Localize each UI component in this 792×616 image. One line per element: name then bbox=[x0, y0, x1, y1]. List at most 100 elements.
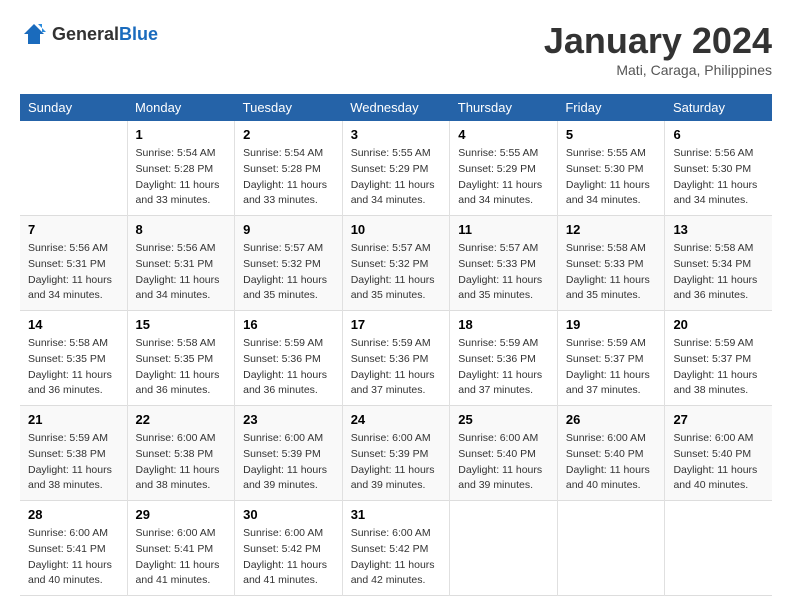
cell-info: Sunrise: 6:00 AMSunset: 5:41 PMDaylight:… bbox=[136, 526, 227, 589]
cell-info: Sunrise: 5:59 AMSunset: 5:36 PMDaylight:… bbox=[351, 336, 442, 399]
calendar-table: SundayMondayTuesdayWednesdayThursdayFrid… bbox=[20, 94, 772, 596]
cell-info: Sunrise: 5:59 AMSunset: 5:37 PMDaylight:… bbox=[566, 336, 657, 399]
day-number: 1 bbox=[136, 127, 227, 142]
cell-info: Sunrise: 6:00 AMSunset: 5:39 PMDaylight:… bbox=[351, 431, 442, 494]
calendar-cell: 24 Sunrise: 6:00 AMSunset: 5:39 PMDayligh… bbox=[342, 406, 450, 501]
day-number: 27 bbox=[673, 412, 764, 427]
day-number: 16 bbox=[243, 317, 334, 332]
day-number: 25 bbox=[458, 412, 549, 427]
cell-info: Sunrise: 5:56 AMSunset: 5:31 PMDaylight:… bbox=[28, 241, 119, 304]
day-number: 23 bbox=[243, 412, 334, 427]
day-header: Friday bbox=[557, 94, 665, 121]
cell-info: Sunrise: 5:58 AMSunset: 5:34 PMDaylight:… bbox=[673, 241, 764, 304]
cell-info: Sunrise: 5:56 AMSunset: 5:30 PMDaylight:… bbox=[673, 146, 764, 209]
calendar-cell: 29 Sunrise: 6:00 AMSunset: 5:41 PMDayligh… bbox=[127, 501, 235, 596]
calendar-cell bbox=[450, 501, 558, 596]
cell-info: Sunrise: 6:00 AMSunset: 5:40 PMDaylight:… bbox=[566, 431, 657, 494]
calendar-cell: 25 Sunrise: 6:00 AMSunset: 5:40 PMDayligh… bbox=[450, 406, 558, 501]
day-number: 10 bbox=[351, 222, 442, 237]
calendar-cell: 20 Sunrise: 5:59 AMSunset: 5:37 PMDayligh… bbox=[665, 311, 772, 406]
cell-info: Sunrise: 5:54 AMSunset: 5:28 PMDaylight:… bbox=[136, 146, 227, 209]
cell-info: Sunrise: 6:00 AMSunset: 5:42 PMDaylight:… bbox=[243, 526, 334, 589]
calendar-cell: 6 Sunrise: 5:56 AMSunset: 5:30 PMDaylight… bbox=[665, 121, 772, 216]
day-number: 29 bbox=[136, 507, 227, 522]
calendar-cell: 17 Sunrise: 5:59 AMSunset: 5:36 PMDayligh… bbox=[342, 311, 450, 406]
calendar-cell bbox=[665, 501, 772, 596]
cell-info: Sunrise: 6:00 AMSunset: 5:38 PMDaylight:… bbox=[136, 431, 227, 494]
day-number: 6 bbox=[673, 127, 764, 142]
day-number: 22 bbox=[136, 412, 227, 427]
day-number: 30 bbox=[243, 507, 334, 522]
logo-text-blue: Blue bbox=[119, 24, 158, 44]
calendar-cell: 15 Sunrise: 5:58 AMSunset: 5:35 PMDayligh… bbox=[127, 311, 235, 406]
calendar-cell: 2Sunrise: 5:54 AMSunset: 5:28 PMDaylight… bbox=[235, 121, 343, 216]
day-number: 31 bbox=[351, 507, 442, 522]
location: Mati, Caraga, Philippines bbox=[544, 62, 772, 78]
day-header: Saturday bbox=[665, 94, 772, 121]
cell-info: Sunrise: 5:59 AMSunset: 5:38 PMDaylight:… bbox=[28, 431, 119, 494]
calendar-week-row: 7 Sunrise: 5:56 AMSunset: 5:31 PMDaylight… bbox=[20, 216, 772, 311]
cell-info: Sunrise: 5:57 AMSunset: 5:32 PMDaylight:… bbox=[351, 241, 442, 304]
cell-info: Sunrise: 5:58 AMSunset: 5:35 PMDaylight:… bbox=[28, 336, 119, 399]
day-number: 21 bbox=[28, 412, 119, 427]
calendar-cell: 26Sunrise: 6:00 AMSunset: 5:40 PMDayligh… bbox=[557, 406, 665, 501]
page-header: GeneralBlue January 2024 Mati, Caraga, P… bbox=[20, 20, 772, 78]
calendar-cell: 23 Sunrise: 6:00 AMSunset: 5:39 PMDayligh… bbox=[235, 406, 343, 501]
cell-info: Sunrise: 5:55 AMSunset: 5:29 PMDaylight:… bbox=[351, 146, 442, 209]
day-header: Wednesday bbox=[342, 94, 450, 121]
day-number: 17 bbox=[351, 317, 442, 332]
day-header: Sunday bbox=[20, 94, 127, 121]
calendar-cell: 16 Sunrise: 5:59 AMSunset: 5:36 PMDayligh… bbox=[235, 311, 343, 406]
day-number: 9 bbox=[243, 222, 334, 237]
calendar-cell: 1 Sunrise: 5:54 AMSunset: 5:28 PMDaylight… bbox=[127, 121, 235, 216]
cell-info: Sunrise: 6:00 AMSunset: 5:42 PMDaylight:… bbox=[351, 526, 442, 589]
day-number: 28 bbox=[28, 507, 119, 522]
cell-info: Sunrise: 5:55 AMSunset: 5:30 PMDaylight:… bbox=[566, 146, 657, 209]
day-header: Tuesday bbox=[235, 94, 343, 121]
cell-info: Sunrise: 5:59 AMSunset: 5:36 PMDaylight:… bbox=[243, 336, 334, 399]
day-number: 4 bbox=[458, 127, 549, 142]
day-number: 15 bbox=[136, 317, 227, 332]
cell-info: Sunrise: 5:59 AMSunset: 5:37 PMDaylight:… bbox=[673, 336, 764, 399]
day-header: Monday bbox=[127, 94, 235, 121]
day-number: 24 bbox=[351, 412, 442, 427]
calendar-cell: 7 Sunrise: 5:56 AMSunset: 5:31 PMDaylight… bbox=[20, 216, 127, 311]
calendar-week-row: 21 Sunrise: 5:59 AMSunset: 5:38 PMDayligh… bbox=[20, 406, 772, 501]
calendar-cell: 12Sunrise: 5:58 AMSunset: 5:33 PMDayligh… bbox=[557, 216, 665, 311]
month-title: January 2024 bbox=[544, 20, 772, 62]
calendar-cell bbox=[557, 501, 665, 596]
calendar-cell: 14Sunrise: 5:58 AMSunset: 5:35 PMDayligh… bbox=[20, 311, 127, 406]
logo: GeneralBlue bbox=[20, 20, 158, 48]
calendar-cell: 10 Sunrise: 5:57 AMSunset: 5:32 PMDayligh… bbox=[342, 216, 450, 311]
cell-info: Sunrise: 5:57 AMSunset: 5:33 PMDaylight:… bbox=[458, 241, 549, 304]
day-number: 20 bbox=[673, 317, 764, 332]
day-number: 12 bbox=[566, 222, 657, 237]
day-number: 19 bbox=[566, 317, 657, 332]
calendar-cell: 18Sunrise: 5:59 AMSunset: 5:36 PMDayligh… bbox=[450, 311, 558, 406]
cell-info: Sunrise: 6:00 AMSunset: 5:40 PMDaylight:… bbox=[458, 431, 549, 494]
day-number: 3 bbox=[351, 127, 442, 142]
calendar-cell: 9Sunrise: 5:57 AMSunset: 5:32 PMDaylight… bbox=[235, 216, 343, 311]
day-number: 7 bbox=[28, 222, 119, 237]
cell-info: Sunrise: 5:58 AMSunset: 5:35 PMDaylight:… bbox=[136, 336, 227, 399]
title-block: January 2024 Mati, Caraga, Philippines bbox=[544, 20, 772, 78]
cell-info: Sunrise: 5:55 AMSunset: 5:29 PMDaylight:… bbox=[458, 146, 549, 209]
calendar-cell: 11 Sunrise: 5:57 AMSunset: 5:33 PMDayligh… bbox=[450, 216, 558, 311]
calendar-cell: 13Sunrise: 5:58 AMSunset: 5:34 PMDayligh… bbox=[665, 216, 772, 311]
calendar-cell: 27 Sunrise: 6:00 AMSunset: 5:40 PMDayligh… bbox=[665, 406, 772, 501]
day-number: 11 bbox=[458, 222, 549, 237]
cell-info: Sunrise: 5:54 AMSunset: 5:28 PMDaylight:… bbox=[243, 146, 334, 209]
calendar-week-row: 28 Sunrise: 6:00 AMSunset: 5:41 PMDayligh… bbox=[20, 501, 772, 596]
calendar-cell: 8Sunrise: 5:56 AMSunset: 5:31 PMDaylight… bbox=[127, 216, 235, 311]
calendar-week-row: 14Sunrise: 5:58 AMSunset: 5:35 PMDayligh… bbox=[20, 311, 772, 406]
cell-info: Sunrise: 6:00 AMSunset: 5:40 PMDaylight:… bbox=[673, 431, 764, 494]
calendar-cell: 19 Sunrise: 5:59 AMSunset: 5:37 PMDayligh… bbox=[557, 311, 665, 406]
calendar-cell: 3 Sunrise: 5:55 AMSunset: 5:29 PMDaylight… bbox=[342, 121, 450, 216]
calendar-cell: 31 Sunrise: 6:00 AMSunset: 5:42 PMDayligh… bbox=[342, 501, 450, 596]
cell-info: Sunrise: 6:00 AMSunset: 5:39 PMDaylight:… bbox=[243, 431, 334, 494]
calendar-week-row: 1 Sunrise: 5:54 AMSunset: 5:28 PMDaylight… bbox=[20, 121, 772, 216]
day-header: Thursday bbox=[450, 94, 558, 121]
calendar-cell: 4 Sunrise: 5:55 AMSunset: 5:29 PMDaylight… bbox=[450, 121, 558, 216]
cell-info: Sunrise: 6:00 AMSunset: 5:41 PMDaylight:… bbox=[28, 526, 119, 589]
day-number: 8 bbox=[136, 222, 227, 237]
